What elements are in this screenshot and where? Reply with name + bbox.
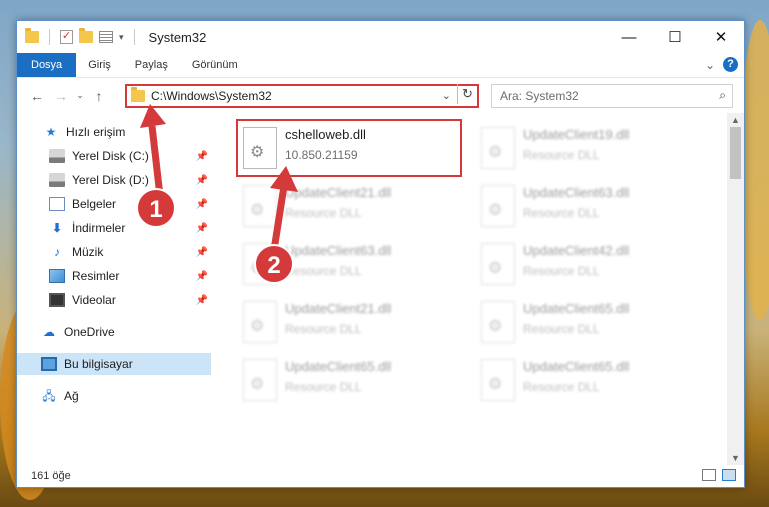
arrow-2-shaft — [270, 185, 288, 251]
arrow-1-shaft — [148, 125, 164, 197]
step-1-badge: 1 — [136, 188, 176, 228]
arrow-1-head — [140, 104, 166, 128]
arrow-2-head — [270, 166, 298, 192]
step-2-badge: 2 — [254, 244, 294, 284]
annotation-arrows — [140, 104, 298, 251]
